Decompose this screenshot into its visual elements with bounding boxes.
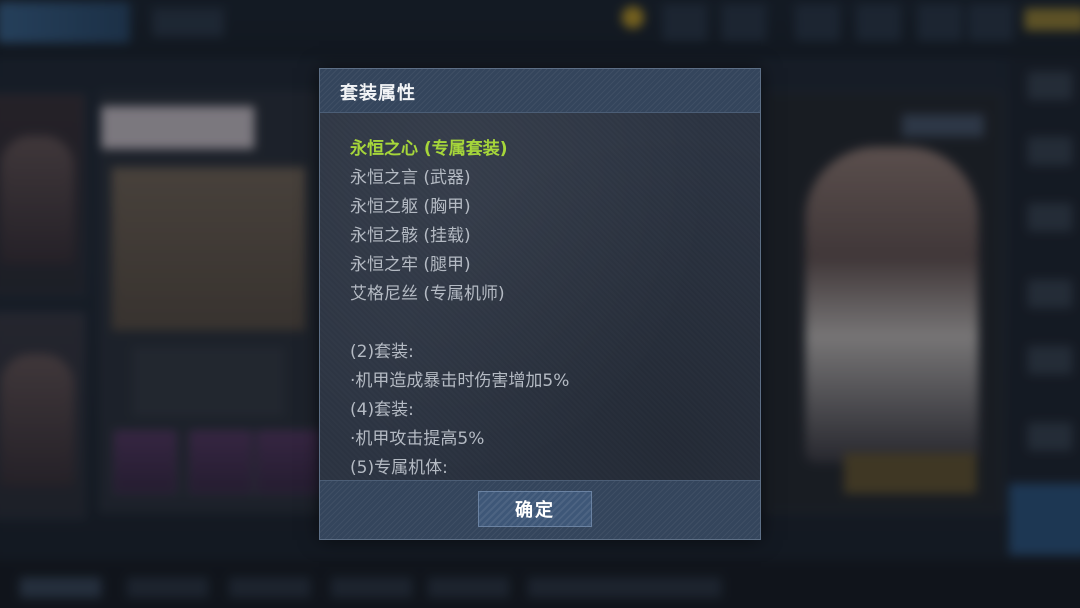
confirm-button[interactable]: 确定 bbox=[478, 491, 592, 527]
set-name: 永恒之心 (专属套装) bbox=[350, 139, 508, 159]
set-piece: 永恒之言 (武器) bbox=[350, 168, 471, 188]
bonus-header: (4)套装: bbox=[350, 400, 414, 420]
set-piece: 永恒之躯 (胸甲) bbox=[350, 197, 471, 217]
bonus-header: (2)套装: bbox=[350, 342, 414, 362]
set-piece: 艾格尼丝 (专属机师) bbox=[350, 284, 505, 304]
dialog-header: 套装属性 bbox=[320, 69, 760, 113]
bonus-header: (5)专属机体: bbox=[350, 458, 448, 478]
dialog-title: 套装属性 bbox=[340, 83, 416, 104]
game-screen: 套装属性 永恒之心 (专属套装) 永恒之言 (武器) 永恒之躯 (胸甲) 永恒之… bbox=[0, 0, 1080, 608]
set-piece: 永恒之骸 (挂载) bbox=[350, 226, 471, 246]
bonus-effect: ·机甲攻击提高5% bbox=[350, 429, 485, 449]
set-piece: 永恒之牢 (腿甲) bbox=[350, 255, 471, 275]
set-attributes-dialog: 套装属性 永恒之心 (专属套装) 永恒之言 (武器) 永恒之躯 (胸甲) 永恒之… bbox=[319, 68, 761, 540]
bonus-effect: ·机甲造成暴击时伤害增加5% bbox=[350, 371, 570, 391]
dialog-footer: 确定 bbox=[320, 480, 760, 539]
